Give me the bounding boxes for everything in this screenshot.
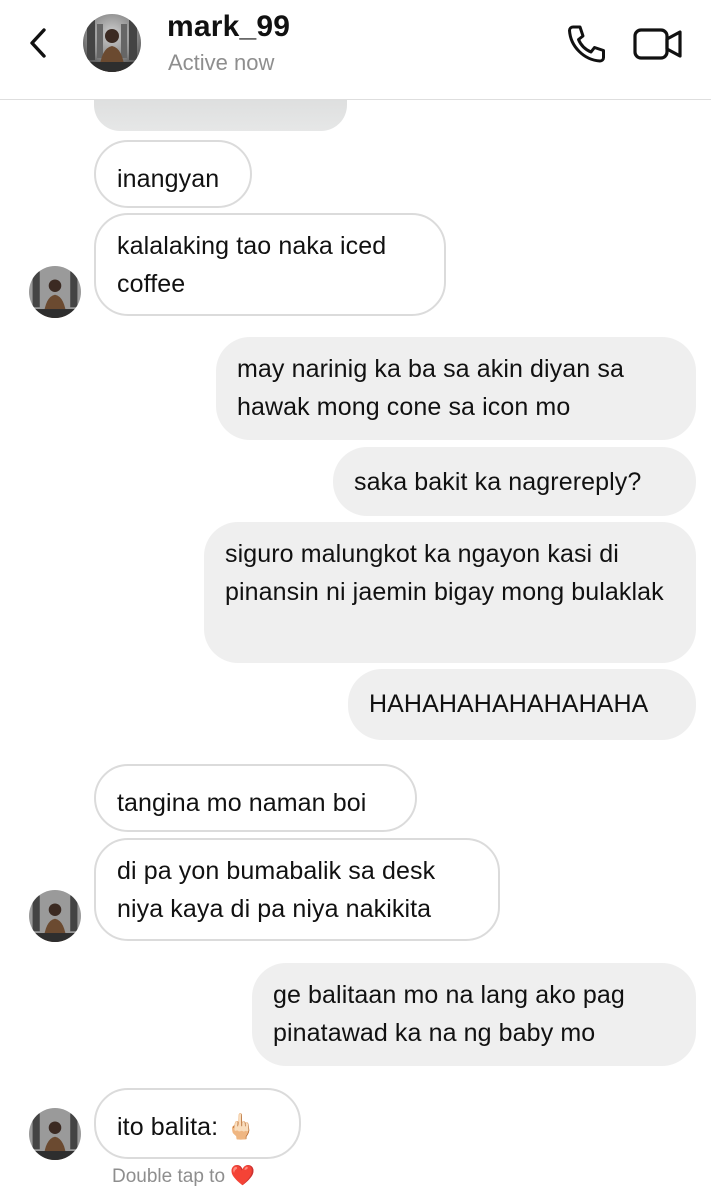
message-bubble-incoming[interactable]: kalalaking tao naka iced coffee (94, 213, 446, 316)
heart-icon: ❤️ (230, 1165, 256, 1187)
chevron-left-icon[interactable] (24, 22, 54, 62)
username[interactable]: mark_99 (167, 10, 290, 44)
avatar[interactable] (29, 1108, 81, 1160)
message-bubble-incoming[interactable]: inangyan (94, 140, 252, 208)
avatar[interactable] (29, 890, 81, 942)
phone-icon[interactable] (564, 22, 608, 66)
chat-header: mark_99 Active now (0, 0, 711, 100)
message-bubble-outgoing[interactable]: ge balitaan mo na lang ako pag pinatawad… (252, 963, 696, 1066)
message-bubble-outgoing[interactable]: HAHAHAHAHAHAHAHA (348, 669, 696, 740)
message-bubble-outgoing[interactable]: saka bakit ka nagrereply? (333, 447, 696, 516)
message-bubble-outgoing[interactable]: siguro malungkot ka ngayon kasi di pinan… (204, 522, 696, 663)
message-bubble-incoming[interactable]: di pa yon bumabalik sa desk niya kaya di… (94, 838, 500, 941)
video-camera-icon[interactable] (632, 24, 684, 64)
active-status: Active now (168, 50, 275, 75)
avatar[interactable] (83, 14, 141, 72)
message-bubble-outgoing[interactable]: may narinig ka ba sa akin diyan sa hawak… (216, 337, 696, 440)
avatar[interactable] (29, 266, 81, 318)
message-bubble-incoming[interactable]: tangina mo naman boi (94, 764, 417, 832)
double-tap-hint: Double tap to ❤️ (112, 1163, 255, 1188)
hint-label: Double tap to (112, 1166, 226, 1187)
message-bubble-incoming[interactable]: ito balita: 🖕🏻 (94, 1088, 301, 1159)
